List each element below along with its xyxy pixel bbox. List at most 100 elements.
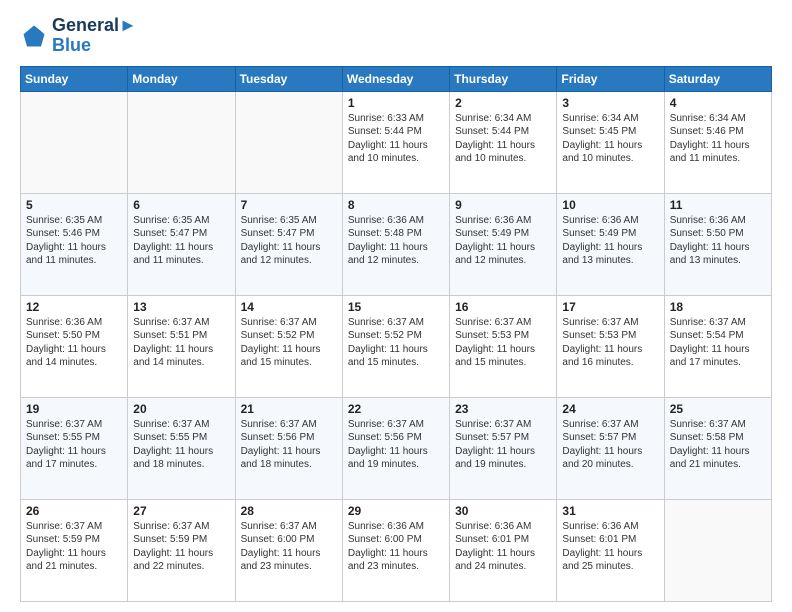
calendar-cell: 22Sunrise: 6:37 AMSunset: 5:56 PMDayligh… xyxy=(342,397,449,499)
day-number: 22 xyxy=(348,402,444,416)
calendar-cell: 27Sunrise: 6:37 AMSunset: 5:59 PMDayligh… xyxy=(128,499,235,601)
cell-text-line: and 20 minutes. xyxy=(562,458,658,472)
cell-text-line: Sunrise: 6:37 AM xyxy=(562,316,658,330)
cell-text-line: Sunset: 5:48 PM xyxy=(348,227,444,241)
cell-text-line: Sunrise: 6:36 AM xyxy=(348,520,444,534)
cell-text-line: and 10 minutes. xyxy=(455,152,551,166)
cell-text-line: Daylight: 11 hours xyxy=(562,139,658,153)
week-row-3: 19Sunrise: 6:37 AMSunset: 5:55 PMDayligh… xyxy=(21,397,772,499)
cell-text-line: Daylight: 11 hours xyxy=(348,241,444,255)
calendar-cell: 2Sunrise: 6:34 AMSunset: 5:44 PMDaylight… xyxy=(450,91,557,193)
weekday-thursday: Thursday xyxy=(450,66,557,91)
cell-text-line: Sunrise: 6:37 AM xyxy=(670,316,766,330)
day-number: 12 xyxy=(26,300,122,314)
weekday-wednesday: Wednesday xyxy=(342,66,449,91)
cell-text-line: and 22 minutes. xyxy=(133,560,229,574)
cell-text-line: Daylight: 11 hours xyxy=(133,343,229,357)
cell-text-line: Sunset: 5:55 PM xyxy=(26,431,122,445)
calendar-table: SundayMondayTuesdayWednesdayThursdayFrid… xyxy=(20,66,772,602)
calendar-cell: 10Sunrise: 6:36 AMSunset: 5:49 PMDayligh… xyxy=(557,193,664,295)
cell-text-line: and 13 minutes. xyxy=(562,254,658,268)
day-number: 26 xyxy=(26,504,122,518)
cell-text-line: Sunrise: 6:36 AM xyxy=(348,214,444,228)
cell-text-line: Sunset: 5:57 PM xyxy=(455,431,551,445)
cell-text-line: Sunset: 5:44 PM xyxy=(455,125,551,139)
calendar-cell: 25Sunrise: 6:37 AMSunset: 5:58 PMDayligh… xyxy=(664,397,771,499)
day-number: 4 xyxy=(670,96,766,110)
cell-text-line: and 23 minutes. xyxy=(241,560,337,574)
logo-line2: Blue xyxy=(52,36,137,56)
calendar-cell: 16Sunrise: 6:37 AMSunset: 5:53 PMDayligh… xyxy=(450,295,557,397)
cell-text-line: Sunset: 5:54 PM xyxy=(670,329,766,343)
logo-line1: General► xyxy=(52,16,137,36)
cell-text-line: and 16 minutes. xyxy=(562,356,658,370)
day-number: 24 xyxy=(562,402,658,416)
day-number: 5 xyxy=(26,198,122,212)
week-row-1: 5 Sunrise: 6:35 AM Sunset: 5:46 PM Daylight… xyxy=(21,193,772,295)
cell-text-line: Daylight: 11 hours xyxy=(562,445,658,459)
cell-text-line: Sunset: 5:57 PM xyxy=(562,431,658,445)
cell-text-line: Daylight: 11 hours xyxy=(670,445,766,459)
cell-text-line: Daylight: 11 hours xyxy=(455,343,551,357)
cell-text-line: and 21 minutes. xyxy=(670,458,766,472)
cell-text-line: Sunset: 5:44 PM xyxy=(348,125,444,139)
calendar-cell: 18Sunrise: 6:37 AMSunset: 5:54 PMDayligh… xyxy=(664,295,771,397)
cell-text-line: Daylight: 11 hours xyxy=(348,547,444,561)
cell-text-line: and 18 minutes. xyxy=(133,458,229,472)
cell-text-line: Sunset: 5:46 PM xyxy=(26,227,122,241)
cell-text-line: Sunset: 6:00 PM xyxy=(348,533,444,547)
cell-text-line: Sunrise: 6:37 AM xyxy=(562,418,658,432)
week-row-4: 26Sunrise: 6:37 AMSunset: 5:59 PMDayligh… xyxy=(21,499,772,601)
calendar-cell: 29Sunrise: 6:36 AMSunset: 6:00 PMDayligh… xyxy=(342,499,449,601)
cell-text-line: and 17 minutes. xyxy=(26,458,122,472)
cell-text-line: Sunrise: 6:37 AM xyxy=(241,316,337,330)
cell-text-line: Daylight: 11 hours xyxy=(455,547,551,561)
cell-text-line: Sunset: 5:46 PM xyxy=(670,125,766,139)
cell-text-line: and 14 minutes. xyxy=(26,356,122,370)
cell-text-line: Sunrise: 6:37 AM xyxy=(241,520,337,534)
day-number: 27 xyxy=(133,504,229,518)
cell-text-line: and 15 minutes. xyxy=(241,356,337,370)
calendar-cell: 6Sunrise: 6:35 AMSunset: 5:47 PMDaylight… xyxy=(128,193,235,295)
calendar-cell: 3Sunrise: 6:34 AMSunset: 5:45 PMDaylight… xyxy=(557,91,664,193)
cell-text-line: Daylight: 11 hours xyxy=(241,547,337,561)
calendar-cell: 20Sunrise: 6:37 AMSunset: 5:55 PMDayligh… xyxy=(128,397,235,499)
day-number: 2 xyxy=(455,96,551,110)
weekday-friday: Friday xyxy=(557,66,664,91)
calendar-cell: 1Sunrise: 6:33 AMSunset: 5:44 PMDaylight… xyxy=(342,91,449,193)
day-number: 16 xyxy=(455,300,551,314)
cell-text-line: Sunrise: 6:35 AM xyxy=(241,214,337,228)
day-number: 25 xyxy=(670,402,766,416)
cell-text-line: and 12 minutes. xyxy=(241,254,337,268)
calendar-cell: 11Sunrise: 6:36 AMSunset: 5:50 PMDayligh… xyxy=(664,193,771,295)
cell-text-line: Sunrise: 6:37 AM xyxy=(133,316,229,330)
cell-text-line: Sunrise: 6:34 AM xyxy=(670,112,766,126)
cell-text-line: and 23 minutes. xyxy=(348,560,444,574)
cell-text-line: Daylight: 11 hours xyxy=(133,445,229,459)
logo: General► Blue xyxy=(20,16,137,56)
logo-text: General► Blue xyxy=(52,16,137,56)
day-number: 23 xyxy=(455,402,551,416)
cell-text-line: and 12 minutes. xyxy=(348,254,444,268)
page: General► Blue SundayMondayTuesdayWednesd… xyxy=(0,0,792,612)
day-number: 11 xyxy=(670,198,766,212)
calendar-cell: 17Sunrise: 6:37 AMSunset: 5:53 PMDayligh… xyxy=(557,295,664,397)
cell-text-line: Sunset: 5:59 PM xyxy=(26,533,122,547)
cell-text-line: Sunset: 5:56 PM xyxy=(241,431,337,445)
cell-text-line: Sunset: 5:51 PM xyxy=(133,329,229,343)
cell-text-line: and 25 minutes. xyxy=(562,560,658,574)
calendar-cell: 26Sunrise: 6:37 AMSunset: 5:59 PMDayligh… xyxy=(21,499,128,601)
cell-text-line: Sunrise: 6:37 AM xyxy=(26,520,122,534)
cell-text-line: Sunset: 5:59 PM xyxy=(133,533,229,547)
cell-text-line: Daylight: 11 hours xyxy=(670,343,766,357)
cell-text-line: Sunrise: 6:33 AM xyxy=(348,112,444,126)
weekday-sunday: Sunday xyxy=(21,66,128,91)
cell-text-line: Daylight: 11 hours xyxy=(455,139,551,153)
cell-text-line: Sunrise: 6:37 AM xyxy=(133,520,229,534)
logo-icon xyxy=(20,22,48,50)
day-number: 1 xyxy=(348,96,444,110)
cell-text-line: Sunset: 5:49 PM xyxy=(562,227,658,241)
cell-text-line: Daylight: 11 hours xyxy=(455,241,551,255)
cell-text-line: Sunset: 5:45 PM xyxy=(562,125,658,139)
cell-text-line: Sunrise: 6:37 AM xyxy=(26,418,122,432)
